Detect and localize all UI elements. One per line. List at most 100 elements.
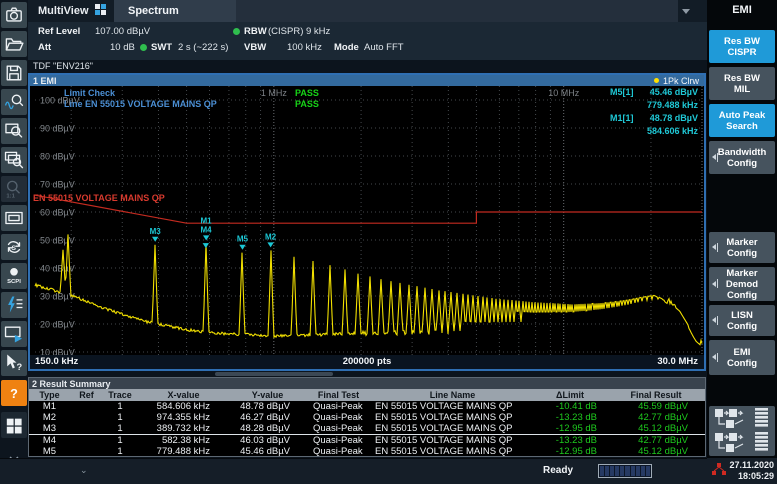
cell-final-result: 45.59 dBµV <box>607 401 705 412</box>
column-header-ref[interactable]: Ref <box>70 389 103 401</box>
trace-mode-label: 1Pk Clrw <box>663 76 699 86</box>
marker-readout-name[interactable]: M5[1] <box>610 87 634 97</box>
cell--limit: -12.95 dB <box>533 446 607 457</box>
cell-type: M4 <box>29 435 70 447</box>
display-frame-icon[interactable] <box>1 205 27 231</box>
column-header-line-name[interactable]: Line Name <box>372 389 533 401</box>
left-toolbar: 1:1 S SCPI?? <box>0 0 28 484</box>
softkey-sequencer[interactable] <box>709 406 775 456</box>
svg-text:1:1: 1:1 <box>6 193 15 199</box>
submenu-arrow-icon <box>712 279 718 288</box>
tab-spectrum[interactable]: Spectrum <box>114 0 236 22</box>
transducer-label: TDF "ENV216" <box>33 61 93 71</box>
marker-label-m2: M2 <box>265 232 277 241</box>
table-row-m1[interactable]: M11584.606 kHz48.78 dBµVQuasi-PeakEN 550… <box>29 401 705 412</box>
result-summary-titlebar[interactable]: 2 Result Summary <box>29 378 705 389</box>
channel-tab-bar: MultiView Spectrum <box>28 0 707 22</box>
softkey-auto-peak-search[interactable]: Auto PeakSearch <box>709 104 775 137</box>
ref-level-label: Ref Level <box>38 26 80 37</box>
svg-text:?: ? <box>10 387 18 401</box>
context-help-icon[interactable]: ? <box>1 350 27 376</box>
cell-y-value: 46.27 dBµV <box>230 412 305 423</box>
status-bar: ⌄ Ready <box>0 458 707 484</box>
softkey-res-bw-cispr[interactable]: Res BWCISPR <box>709 30 775 63</box>
trace-mode-chip[interactable]: 1Pk Clrw <box>654 75 699 86</box>
softkey-panel: EMI Res BWCISPRRes BWMILAuto PeakSearchB… <box>707 0 777 484</box>
table-row-m5[interactable]: M51779.488 kHz45.46 dBµVQuasi-PeakEN 550… <box>29 446 705 457</box>
sweep-restart-icon[interactable]: S <box>1 234 27 260</box>
softkey-lisn-config[interactable]: LISNConfig <box>709 305 775 336</box>
lan-status-icon <box>712 462 726 481</box>
table-header: TypeRefTraceX-valueY-valueFinal TestLine… <box>29 389 705 401</box>
mode-value[interactable]: Auto FFT <box>364 42 404 53</box>
screenshot-camera-icon[interactable] <box>1 2 27 28</box>
mode-label: Mode <box>334 42 359 53</box>
marker-triangle-m2[interactable] <box>267 242 273 247</box>
softkey-emi-config[interactable]: EMIConfig <box>709 340 775 375</box>
marker-triangle-m5[interactable] <box>239 245 245 250</box>
cell-final-result: 45.12 dBµV <box>607 446 705 457</box>
cell-x-value: 584.606 kHz <box>137 401 230 412</box>
open-file-icon[interactable] <box>1 31 27 57</box>
cell-x-value: 974.355 kHz <box>137 412 230 423</box>
tab-dropdown-caret-icon[interactable] <box>682 9 690 14</box>
swt-coupled-dot <box>140 44 147 51</box>
column-header-final-test[interactable]: Final Test <box>305 389 372 401</box>
marker-readout-name[interactable]: M1[1] <box>610 113 634 123</box>
softkey-marker-demod-config[interactable]: MarkerDemodConfig <box>709 267 775 301</box>
help-icon[interactable]: ? <box>1 380 27 406</box>
horizontal-scrollbar[interactable] <box>215 372 333 376</box>
limit-line-name: Line EN 55015 VOLTAGE MAINS QP <box>64 99 217 109</box>
cell-ref <box>70 423 103 435</box>
cell-ref <box>70 412 103 423</box>
save-file-icon[interactable] <box>1 60 27 86</box>
tab-spectrum-label: Spectrum <box>128 5 179 17</box>
marker-triangle-m3[interactable] <box>152 237 158 242</box>
swt-value[interactable]: 2 s (~222 s) <box>178 42 228 53</box>
vbw-value[interactable]: 100 kHz <box>287 42 322 53</box>
emi-window: 1 EMI 1Pk Clrw 100 dBµV90 dBµV80 dBµV70 … <box>28 73 706 371</box>
window-play-icon[interactable] <box>1 321 27 347</box>
windows-start-icon[interactable] <box>1 412 27 438</box>
rbw-value[interactable]: (CISPR) 9 kHz <box>268 26 330 37</box>
cell-final-test: Quasi-Peak <box>305 446 372 457</box>
date-label: 27.11.2020 <box>729 460 774 471</box>
x-axis-bar: 150.0 kHz 200000 pts 30.0 MHz <box>30 355 704 369</box>
column-header-x-value[interactable]: X-value <box>137 389 230 401</box>
column-header-final-result[interactable]: Final Result <box>607 389 705 401</box>
scpi-recorder-icon[interactable]: SCPI <box>1 263 27 289</box>
column-header-trace[interactable]: Trace <box>103 389 137 401</box>
progress-segment <box>615 466 619 476</box>
limit-check-label: Limit Check <box>64 88 116 98</box>
table-row-m4[interactable]: M41582.38 kHz46.03 dBµVQuasi-PeakEN 5501… <box>29 435 705 447</box>
cell-y-value: 48.78 dBµV <box>230 401 305 412</box>
multiple-zoom-icon[interactable] <box>1 147 27 173</box>
statusbar-chevron-icon[interactable]: ⌄ <box>80 465 88 476</box>
marker-triangle-m4[interactable] <box>203 243 209 248</box>
softkey-marker-config[interactable]: MarkerConfig <box>709 232 775 263</box>
column-header-y-value[interactable]: Y-value <box>230 389 305 401</box>
softkey-bandwidth-config[interactable]: BandwidthConfig <box>709 141 775 174</box>
marker-readout-level: 45.46 dBµV <box>650 87 698 97</box>
table-row-m3[interactable]: M31389.732 kHz48.28 dBµVQuasi-PeakEN 550… <box>29 423 705 435</box>
zoom-signal-icon[interactable] <box>1 89 27 115</box>
column-header-type[interactable]: Type <box>29 389 70 401</box>
table-row-m2[interactable]: M21974.355 kHz46.27 dBµVQuasi-PeakEN 550… <box>29 412 705 423</box>
cell-y-value: 46.03 dBµV <box>230 435 305 447</box>
event-log-icon[interactable] <box>1 292 27 318</box>
y-axis-label: 90 dBµV <box>40 124 75 134</box>
att-value[interactable]: 10 dB <box>110 42 135 53</box>
emi-window-titlebar[interactable]: 1 EMI 1Pk Clrw <box>30 75 704 86</box>
softkey-label: Res BW <box>724 73 760 84</box>
cell-final-result: 45.12 dBµV <box>607 423 705 435</box>
table-body: M11584.606 kHz48.78 dBµVQuasi-PeakEN 550… <box>29 401 705 457</box>
zoom-display-icon[interactable] <box>1 118 27 144</box>
ref-level-value[interactable]: 107.00 dBµV <box>95 26 150 37</box>
tab-multiview[interactable]: MultiView <box>28 0 114 22</box>
softkey-res-bw-mil[interactable]: Res BWMIL <box>709 67 775 100</box>
swt-label: SWT <box>151 42 172 53</box>
result-summary-window: 2 Result Summary TypeRefTraceX-valueY-va… <box>28 377 706 457</box>
softkey-label: LISN <box>731 310 753 321</box>
column-header--limit[interactable]: ΔLimit <box>533 389 607 401</box>
att-label: Att <box>38 42 51 53</box>
